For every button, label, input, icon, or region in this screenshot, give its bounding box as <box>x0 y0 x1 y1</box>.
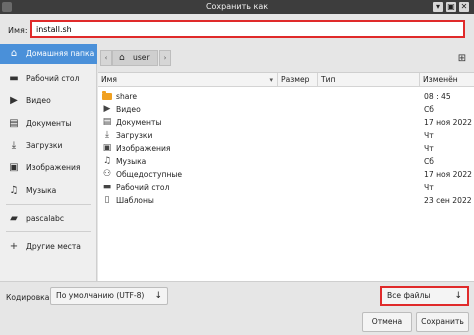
folder-icon <box>102 91 112 100</box>
file-row-images[interactable]: ▣ Изображения Чт <box>98 142 474 155</box>
file-row-downloads[interactable]: ⤓ Загрузки Чт <box>98 129 474 142</box>
filter-value: Все файлы <box>387 291 431 300</box>
file-modified: Чт <box>424 131 434 140</box>
column-modified[interactable]: Изменён <box>420 73 474 87</box>
bottom-bar: Кодировка: По умолчанию (UTF-8) ↓ Все фа… <box>0 281 474 335</box>
path-bar: ‹ ⌂ user › <box>98 44 474 72</box>
sidebar-item-pascalabc[interactable]: ▰ pascalabc <box>0 209 97 229</box>
file-modified: Сб <box>424 105 434 114</box>
filename-input[interactable] <box>30 20 465 38</box>
sidebar-item-label: Рабочий стол <box>26 74 80 83</box>
column-header-row: Имя ▾ Размер Тип Изменён <box>98 73 474 87</box>
image-icon: ▣ <box>9 162 19 173</box>
file-row-share[interactable]: share 08 : 45 <box>98 90 474 103</box>
document-icon: ▤ <box>9 118 19 129</box>
template-icon: ▯ <box>104 195 110 205</box>
filename-label: Имя: <box>8 26 28 35</box>
chevron-down-icon: ↓ <box>454 291 462 301</box>
file-name: Изображения <box>116 144 171 153</box>
download-icon: ⤓ <box>105 130 109 140</box>
sidebar-item-label: Другие места <box>26 242 81 251</box>
file-list: Имя ▾ Размер Тип Изменён share 08 : 45 ▶… <box>98 72 474 281</box>
file-name: Загрузки <box>116 131 153 140</box>
sort-descending-icon: ▾ <box>269 76 273 84</box>
document-icon: ▤ <box>102 117 112 127</box>
sidebar-item-images[interactable]: ▣ Изображения <box>0 158 97 178</box>
new-folder-icon[interactable]: ⊞ <box>455 52 469 66</box>
video-icon: ▶ <box>103 104 111 114</box>
music-icon: ♫ <box>102 156 112 166</box>
file-name: Рабочий стол <box>116 183 170 192</box>
sidebar-item-label: Изображения <box>26 163 81 172</box>
folder-icon: ▰ <box>10 213 18 224</box>
sidebar-separator <box>6 231 91 232</box>
places-sidebar: ⌂ Домашняя папка ▬ Рабочий стол ▶ Видео … <box>0 44 97 281</box>
file-modified: Чт <box>424 144 434 153</box>
sidebar-item-label: Музыка <box>26 186 57 195</box>
file-name: share <box>116 92 138 101</box>
title-bar: Сохранить как ▾ ▣ ✕ <box>0 0 474 14</box>
breadcrumb-label: user <box>133 53 150 62</box>
file-modified: Сб <box>424 157 434 166</box>
sidebar-item-desktop[interactable]: ▬ Рабочий стол <box>0 69 97 89</box>
file-modified: Чт <box>424 183 434 192</box>
forward-button[interactable]: › <box>159 50 171 66</box>
file-name: Общедоступные <box>116 170 183 179</box>
column-size[interactable]: Размер <box>278 73 318 87</box>
file-name: Шаблоны <box>116 196 154 205</box>
minimize-button[interactable]: ▾ <box>433 2 443 12</box>
file-type-filter[interactable]: Все файлы ↓ <box>380 286 469 306</box>
file-modified: 08 : 45 <box>424 92 451 101</box>
download-icon: ⤓ <box>11 140 17 151</box>
sidebar-item-label: Видео <box>26 96 51 105</box>
sidebar-item-label: Загрузки <box>26 141 63 150</box>
file-name: Документы <box>116 118 162 127</box>
sidebar-item-label: Домашняя папка <box>26 49 95 58</box>
desktop-icon: ▬ <box>9 73 19 84</box>
encoding-label: Кодировка: <box>6 293 52 302</box>
file-modified: 23 сен 2022 <box>424 196 472 205</box>
video-icon: ▶ <box>10 95 18 106</box>
file-row-documents[interactable]: ▤ Документы 17 ноя 2022 <box>98 116 474 129</box>
file-row-music[interactable]: ♫ Музыка Сб <box>98 155 474 168</box>
share-icon: ⚇ <box>102 169 112 179</box>
desktop-icon: ▬ <box>102 182 112 192</box>
file-row-video[interactable]: ▶ Видео Сб <box>98 103 474 116</box>
encoding-value: По умолчанию (UTF-8) <box>56 291 145 300</box>
encoding-select[interactable]: По умолчанию (UTF-8) ↓ <box>50 287 168 305</box>
column-name[interactable]: Имя ▾ <box>98 73 278 87</box>
home-icon: ⌂ <box>119 53 125 63</box>
close-button[interactable]: ✕ <box>459 2 469 12</box>
sidebar-item-downloads[interactable]: ⤓ Загрузки <box>0 136 97 156</box>
sidebar-item-other-places[interactable]: + Другие места <box>0 237 97 257</box>
sidebar-item-video[interactable]: ▶ Видео <box>0 91 97 111</box>
column-name-label: Имя <box>101 75 117 84</box>
file-row-templates[interactable]: ▯ Шаблоны 23 сен 2022 <box>98 194 474 207</box>
chevron-down-icon: ↓ <box>154 291 162 301</box>
image-icon: ▣ <box>102 143 112 153</box>
sidebar-item-home[interactable]: ⌂ Домашняя папка <box>0 44 97 64</box>
back-button[interactable]: ‹ <box>100 50 112 66</box>
home-icon: ⌂ <box>10 48 18 59</box>
maximize-button[interactable]: ▣ <box>446 2 456 12</box>
save-button[interactable]: Сохранить <box>416 312 469 332</box>
file-row-public[interactable]: ⚇ Общедоступные 17 ноя 2022 <box>98 168 474 181</box>
plus-icon: + <box>9 241 19 252</box>
window-title: Сохранить как <box>205 2 269 11</box>
file-row-desktop[interactable]: ▬ Рабочий стол Чт <box>98 181 474 194</box>
cancel-button[interactable]: Отмена <box>362 312 412 332</box>
file-modified: 17 ноя 2022 <box>424 118 472 127</box>
breadcrumb-user[interactable]: ⌂ user <box>112 50 158 66</box>
column-type[interactable]: Тип <box>318 73 420 87</box>
file-name: Музыка <box>116 157 147 166</box>
sidebar-item-label: pascalabc <box>26 214 65 223</box>
sidebar-separator <box>6 204 91 205</box>
sidebar-item-music[interactable]: ♫ Музыка <box>0 181 97 201</box>
music-icon: ♫ <box>9 185 19 196</box>
file-name: Видео <box>116 105 141 114</box>
filename-row: Имя: <box>0 14 474 44</box>
sidebar-item-label: Документы <box>26 119 72 128</box>
sidebar-item-documents[interactable]: ▤ Документы <box>0 114 97 134</box>
file-modified: 17 ноя 2022 <box>424 170 472 179</box>
